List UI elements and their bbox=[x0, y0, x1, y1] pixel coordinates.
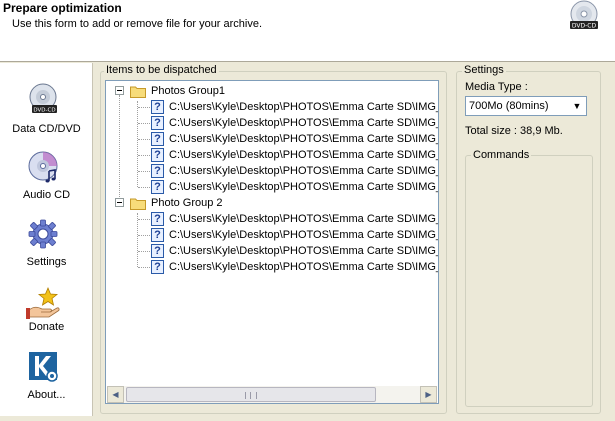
media-type-label: Media Type : bbox=[465, 81, 528, 93]
tree-file-path: C:\Users\Kyle\Desktop\PHOTOS\Emma Carte … bbox=[169, 261, 439, 273]
sidebar-item-label: Donate bbox=[28, 321, 65, 333]
unknown-file-icon: ? bbox=[151, 164, 164, 178]
items-tree[interactable]: Photos Group1 ? C:\Users\Kyle\Desktop\PH… bbox=[105, 80, 439, 404]
tree-file-path: C:\Users\Kyle\Desktop\PHOTOS\Emma Carte … bbox=[169, 229, 439, 241]
sidebar: DVD-CD Data CD/DVD Audio CD Settings Don… bbox=[0, 63, 93, 416]
tree-file-path: C:\Users\Kyle\Desktop\PHOTOS\Emma Carte … bbox=[169, 133, 439, 145]
tree-file-path: C:\Users\Kyle\Desktop\PHOTOS\Emma Carte … bbox=[169, 181, 439, 193]
horizontal-scrollbar[interactable]: ◀ ▶ bbox=[107, 386, 437, 403]
sidebar-item-label: Settings bbox=[26, 256, 67, 268]
dvd-cd-icon: DVD-CD bbox=[570, 0, 598, 30]
tree-file-path: C:\Users\Kyle\Desktop\PHOTOS\Emma Carte … bbox=[169, 101, 439, 113]
unknown-file-icon: ? bbox=[151, 132, 164, 146]
tree-group-label: Photos Group1 bbox=[151, 85, 225, 97]
sidebar-item-data-cd-dvd[interactable]: DVD-CD Data CD/DVD bbox=[0, 83, 93, 143]
settings-group-label: Settings bbox=[462, 64, 506, 76]
tree-file-row[interactable]: ? C:\Users\Kyle\Desktop\PHOTOS\Emma Cart… bbox=[106, 227, 438, 243]
total-size-text: Total size : 38,9 Mb. bbox=[465, 125, 563, 137]
tree-file-row[interactable]: ? C:\Users\Kyle\Desktop\PHOTOS\Emma Cart… bbox=[106, 115, 438, 131]
page-title: Prepare optimization bbox=[3, 1, 122, 15]
unknown-file-icon: ? bbox=[151, 148, 164, 162]
sidebar-item-audio-cd[interactable]: Audio CD bbox=[0, 151, 93, 211]
unknown-file-icon: ? bbox=[151, 116, 164, 130]
tree-file-path: C:\Users\Kyle\Desktop\PHOTOS\Emma Carte … bbox=[169, 117, 439, 129]
tree-file-row[interactable]: ? C:\Users\Kyle\Desktop\PHOTOS\Emma Cart… bbox=[106, 179, 438, 195]
items-group-label: Items to be dispatched bbox=[104, 64, 219, 76]
tree-file-row[interactable]: ? C:\Users\Kyle\Desktop\PHOTOS\Emma Cart… bbox=[106, 243, 438, 259]
sidebar-item-about[interactable]: About... bbox=[0, 351, 93, 411]
scrollbar-thumb[interactable] bbox=[126, 387, 376, 402]
tree-file-row[interactable]: ? C:\Users\Kyle\Desktop\PHOTOS\Emma Cart… bbox=[106, 211, 438, 227]
tree-file-row[interactable]: ? C:\Users\Kyle\Desktop\PHOTOS\Emma Cart… bbox=[106, 99, 438, 115]
tree-file-path: C:\Users\Kyle\Desktop\PHOTOS\Emma Carte … bbox=[169, 213, 439, 225]
grip-icon bbox=[245, 392, 257, 399]
collapse-icon[interactable] bbox=[115, 86, 124, 95]
collapse-icon[interactable] bbox=[115, 198, 124, 207]
tree-file-path: C:\Users\Kyle\Desktop\PHOTOS\Emma Carte … bbox=[169, 149, 439, 161]
sidebar-item-settings[interactable]: Settings bbox=[0, 218, 93, 278]
tree-group-node[interactable]: Photo Group 2 bbox=[106, 195, 438, 211]
scroll-left-icon[interactable]: ◀ bbox=[107, 386, 124, 403]
scroll-right-icon[interactable]: ▶ bbox=[420, 386, 437, 403]
tree-group-label: Photo Group 2 bbox=[151, 197, 223, 209]
donate-hand-icon bbox=[26, 286, 60, 319]
header-banner: Prepare optimization Use this form to ad… bbox=[0, 0, 615, 62]
sidebar-item-label: Data CD/DVD bbox=[12, 123, 81, 135]
unknown-file-icon: ? bbox=[151, 260, 164, 274]
media-type-value: 700Mo (80mins) bbox=[469, 100, 549, 112]
tree-group-node[interactable]: Photos Group1 bbox=[106, 83, 438, 99]
unknown-file-icon: ? bbox=[151, 180, 164, 194]
unknown-file-icon: ? bbox=[151, 228, 164, 242]
sidebar-item-label: About... bbox=[27, 389, 66, 401]
tree-file-path: C:\Users\Kyle\Desktop\PHOTOS\Emma Carte … bbox=[169, 165, 439, 177]
unknown-file-icon: ? bbox=[151, 100, 164, 114]
page-subtitle: Use this form to add or remove file for … bbox=[12, 18, 263, 30]
svg-text:DVD-CD: DVD-CD bbox=[33, 108, 55, 114]
folder-icon bbox=[130, 86, 146, 98]
about-k-icon bbox=[29, 352, 58, 382]
sidebar-item-donate[interactable]: Donate bbox=[0, 286, 93, 346]
unknown-file-icon: ? bbox=[151, 244, 164, 258]
tree-file-row[interactable]: ? C:\Users\Kyle\Desktop\PHOTOS\Emma Cart… bbox=[106, 259, 438, 275]
unknown-file-icon: ? bbox=[151, 212, 164, 226]
tree-file-row[interactable]: ? C:\Users\Kyle\Desktop\PHOTOS\Emma Cart… bbox=[106, 131, 438, 147]
chevron-down-icon[interactable]: ▼ bbox=[569, 98, 585, 114]
commands-groupbox bbox=[465, 155, 593, 407]
sidebar-item-label: Audio CD bbox=[22, 189, 71, 201]
svg-text:DVD-CD: DVD-CD bbox=[572, 23, 597, 30]
media-type-select[interactable]: 700Mo (80mins) ▼ bbox=[465, 96, 587, 116]
tree-file-path: C:\Users\Kyle\Desktop\PHOTOS\Emma Carte … bbox=[169, 245, 439, 257]
commands-group-label: Commands bbox=[471, 149, 532, 161]
audio-cd-icon bbox=[28, 151, 58, 183]
tree-file-row[interactable]: ? C:\Users\Kyle\Desktop\PHOTOS\Emma Cart… bbox=[106, 163, 438, 179]
tree-file-row[interactable]: ? C:\Users\Kyle\Desktop\PHOTOS\Emma Cart… bbox=[106, 147, 438, 163]
dvd-cd-icon: DVD-CD bbox=[29, 83, 57, 114]
folder-icon bbox=[130, 198, 146, 210]
settings-gear-icon bbox=[28, 219, 58, 249]
